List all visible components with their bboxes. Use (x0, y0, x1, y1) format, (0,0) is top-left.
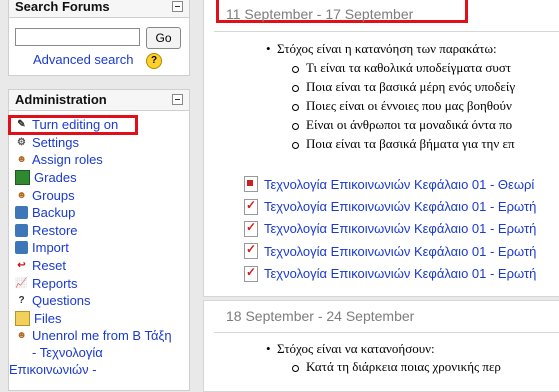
goal-points: Τι είναι τα καθολικά υποδείγματα συστ Πο… (291, 60, 515, 155)
administration-header: Administration (9, 90, 189, 111)
reports-icon: 📈 (15, 277, 28, 289)
resource-label[interactable]: Τεχνολογία Επικοινωνιών Κεφάλαιο 01 - Ερ… (264, 199, 536, 214)
pdf-icon (244, 176, 258, 193)
administration-block: Administration ✎ Turn editing on ⚙ Setti… (8, 89, 190, 391)
admin-item-label[interactable]: Backup (32, 205, 75, 220)
reset-icon: ↩ (17, 260, 26, 272)
week-section-2: 18 September - 24 September Στόχος είναι… (203, 300, 559, 392)
admin-item-label[interactable]: Restore (32, 223, 78, 238)
resource-link[interactable]: Τεχνολογία Επικοινωνιών Κεφάλαιο 01 - Ερ… (244, 240, 536, 262)
admin-item-questions[interactable]: ? Questions (9, 292, 189, 310)
unenrol-line[interactable]: Unenrol me from Β Τάξη (32, 327, 172, 344)
quiz-icon (244, 220, 258, 237)
admin-item-label[interactable]: Grades (34, 170, 77, 185)
roles-icon: ☻ (16, 154, 27, 166)
search-forums-block: Search Forums Go Advanced search ? (8, 0, 190, 76)
goal-point: Ποια είναι τα βασικά βήματα για την επ (291, 136, 515, 155)
admin-item-assign-roles[interactable]: ☻ Assign roles (9, 151, 189, 169)
unenrol-icon: ☻ (16, 330, 27, 342)
admin-menu: ✎ Turn editing on ⚙ Settings ☻ Assign ro… (9, 116, 189, 379)
admin-item-files[interactable]: Files (9, 310, 189, 328)
admin-item-grades[interactable]: Grades (9, 169, 189, 187)
admin-item-backup[interactable]: Backup (9, 204, 189, 222)
questions-icon: ? (18, 295, 25, 307)
administration-title: Administration (15, 92, 107, 107)
restore-icon (15, 223, 28, 237)
quiz-icon (244, 242, 258, 260)
goal-point: Ποια είναι τα βασικά μέρη ενός υποδείγ (291, 79, 515, 98)
admin-item-import[interactable]: Import (9, 239, 189, 257)
help-icon[interactable]: ? (146, 53, 162, 69)
go-button[interactable]: Go (146, 27, 181, 49)
admin-item-label[interactable]: Assign roles (32, 152, 103, 167)
admin-item-restore[interactable]: Restore (9, 222, 189, 240)
collapse-icon[interactable] (172, 1, 183, 12)
week-section-1: 11 September - 17 September Στόχος είναι… (203, 0, 559, 297)
goal-point: Είναι οι άνθρωποι τα μοναδικά όντα πο (291, 117, 515, 136)
goal-point: Τι είναι τα καθολικά υποδείγματα συστ (291, 60, 515, 79)
admin-item-reports[interactable]: 📈 Reports (9, 274, 189, 292)
resource-label[interactable]: Τεχνολογία Επικοινωνιών Κεφάλαιο 01 - Ερ… (264, 244, 536, 259)
search-forums-title: Search Forums (15, 0, 110, 14)
advanced-search-link[interactable]: Advanced search (33, 52, 133, 67)
resource-list: Τεχνολογία Επικοινωνιών Κεφάλαιο 01 - Θε… (244, 173, 536, 285)
unenrol-line[interactable]: - Τεχνολογία (32, 344, 172, 361)
admin-item-label[interactable]: Questions (32, 293, 91, 308)
week-goal: Στόχος είναι να κατανοήσουν: (266, 341, 435, 357)
unenrol-text: Unenrol me from Β Τάξη - Τεχνολογία Επικ… (9, 327, 172, 378)
divider (214, 31, 559, 32)
goal-points: Κατά τη διάρκεια ποιας χρονικής περ (292, 359, 501, 378)
settings-icon: ⚙ (17, 136, 26, 148)
folder-icon (15, 310, 30, 326)
grades-icon (15, 170, 30, 186)
backup-icon (15, 206, 28, 220)
admin-item-unenrol[interactable]: ☻ Unenrol me from Β Τάξη - Τεχνολογία Επ… (9, 327, 189, 379)
unenrol-line[interactable]: Επικοινωνιών - (9, 361, 172, 378)
resource-label[interactable]: Τεχνολογία Επικοινωνιών Κεφάλαιο 01 - Ερ… (264, 266, 536, 281)
collapse-icon[interactable] (172, 94, 183, 105)
admin-item-label[interactable]: Reports (32, 276, 78, 291)
resource-label[interactable]: Τεχνολογία Επικοινωνιών Κεφάλαιο 01 - Ερ… (264, 221, 536, 236)
resource-link[interactable]: Τεχνολογία Επικοινωνιών Κεφάλαιο 01 - Θε… (244, 173, 536, 195)
search-forums-header: Search Forums (9, 0, 189, 18)
admin-item-settings[interactable]: ⚙ Settings (9, 134, 189, 152)
week-title: 11 September - 17 September (226, 6, 414, 22)
admin-item-groups[interactable]: ☻ Groups (9, 186, 189, 204)
admin-item-label[interactable]: Groups (32, 188, 75, 203)
admin-item-label[interactable]: Import (32, 240, 69, 255)
week-goal: Στόχος είναι η κατανόηση των παρακάτω: (266, 41, 497, 57)
divider (214, 332, 559, 333)
week-title: 18 September - 24 September (226, 308, 415, 324)
resource-link[interactable]: Τεχνολογία Επικοινωνιών Κεφάλαιο 01 - Ερ… (244, 195, 536, 217)
groups-icon: ☻ (16, 189, 27, 201)
quiz-icon (244, 198, 258, 215)
search-input[interactable] (15, 28, 140, 46)
import-icon (15, 241, 28, 255)
admin-item-label[interactable]: Settings (32, 135, 79, 150)
admin-item-label[interactable]: Reset (32, 258, 66, 273)
goal-point: Κατά τη διάρκεια ποιας χρονικής περ (292, 359, 501, 378)
resource-link[interactable]: Τεχνολογία Επικοινωνιών Κεφάλαιο 01 - Ερ… (244, 218, 536, 240)
admin-item-label[interactable]: Files (34, 311, 61, 326)
admin-item-reset[interactable]: ↩ Reset (9, 257, 189, 275)
resource-label[interactable]: Τεχνολογία Επικοινωνιών Κεφάλαιο 01 - Θε… (264, 177, 534, 192)
quiz-icon (244, 265, 258, 282)
goal-point: Ποιες είναι οι έννοιες που μας βοηθούν (291, 98, 515, 117)
turn-editing-highlight (8, 115, 138, 135)
resource-link[interactable]: Τεχνολογία Επικοινωνιών Κεφάλαιο 01 - Ερ… (244, 263, 536, 285)
